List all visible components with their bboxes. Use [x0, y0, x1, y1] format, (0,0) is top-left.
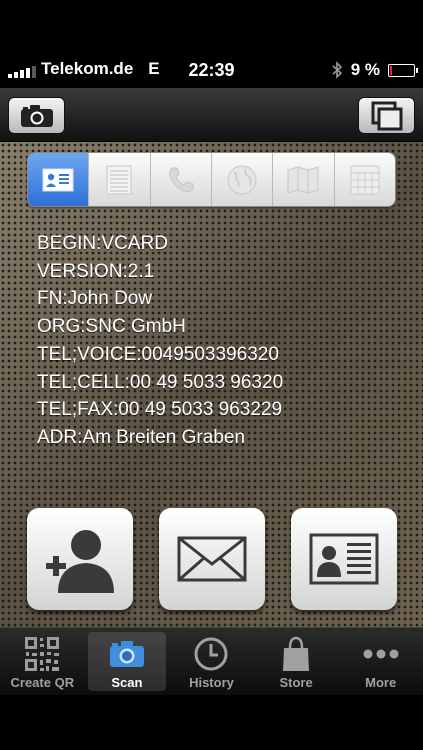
camera-icon [20, 104, 53, 127]
toolbar [0, 88, 423, 142]
segment-vcard[interactable] [28, 153, 89, 206]
add-contact-button[interactable] [27, 508, 133, 610]
tab-store[interactable]: Store [254, 628, 339, 695]
envelope-icon [177, 536, 247, 582]
shopping-bag-icon [276, 635, 316, 673]
add-contact-icon [46, 530, 114, 593]
tab-history[interactable]: History [169, 628, 254, 695]
vcard-line: FN:John Dow [37, 288, 153, 310]
vcard-line: TEL;VOICE:0049503396320 [37, 343, 279, 365]
bottom-bezel [0, 695, 423, 750]
tab-label: History [189, 675, 234, 690]
segment-web[interactable] [210, 153, 273, 206]
status-right: 9 % [331, 60, 418, 80]
globe-icon [227, 165, 257, 194]
battery-icon [388, 63, 418, 77]
qr-code-icon [22, 635, 62, 673]
status-bar: Telekom.de E 22:39 9 % [0, 0, 423, 88]
phone-icon [169, 167, 194, 192]
vcard-line: ADR:Am Breiten Graben [37, 426, 246, 448]
segment-calendar[interactable] [333, 153, 395, 206]
camera-icon [107, 635, 147, 673]
contact-card-icon [42, 168, 74, 191]
more-dots-icon [361, 635, 401, 673]
contact-card-icon [309, 533, 379, 585]
segment-text[interactable] [88, 153, 150, 206]
map-icon [287, 165, 319, 194]
tab-label: Store [279, 675, 313, 690]
vcard-line: ORG:SNC GmbH [37, 316, 186, 338]
vcard-line: TEL;FAX:00 49 5033 963229 [37, 399, 283, 421]
tab-scan[interactable]: Scan [85, 628, 170, 695]
vcard-line: BEGIN:VCARD [37, 233, 168, 254]
tab-label: More [365, 675, 397, 690]
copy-icon [371, 101, 402, 130]
type-segmented-control [27, 152, 396, 207]
segment-phone[interactable] [149, 153, 211, 206]
calendar-icon [350, 165, 380, 194]
main-content: BEGIN:VCARD VERSION:2.1 FN:John Dow ORG:… [0, 142, 423, 627]
copy-button[interactable] [358, 97, 415, 134]
bluetooth-icon [332, 61, 342, 79]
email-button[interactable] [159, 508, 265, 610]
vcard-line: TEL;CELL:00 49 5033 96320 [37, 371, 284, 393]
tab-more[interactable]: More [338, 628, 423, 695]
segment-map[interactable] [272, 153, 334, 206]
contact-card-button[interactable] [291, 508, 397, 610]
battery-percent: 9 % [350, 60, 380, 79]
vcard-line: VERSION:2.1 [37, 260, 155, 282]
tab-bar: Create QR Scan History Store More [0, 627, 423, 695]
vcard-text: BEGIN:VCARD VERSION:2.1 FN:John Dow ORG:… [37, 230, 413, 452]
clock-icon [191, 635, 231, 673]
tab-create-qr[interactable]: Create QR [0, 628, 85, 695]
camera-button[interactable] [8, 97, 65, 134]
text-lines-icon [106, 165, 132, 194]
tab-label: Scan [111, 675, 143, 690]
tab-label: Create QR [10, 675, 75, 690]
